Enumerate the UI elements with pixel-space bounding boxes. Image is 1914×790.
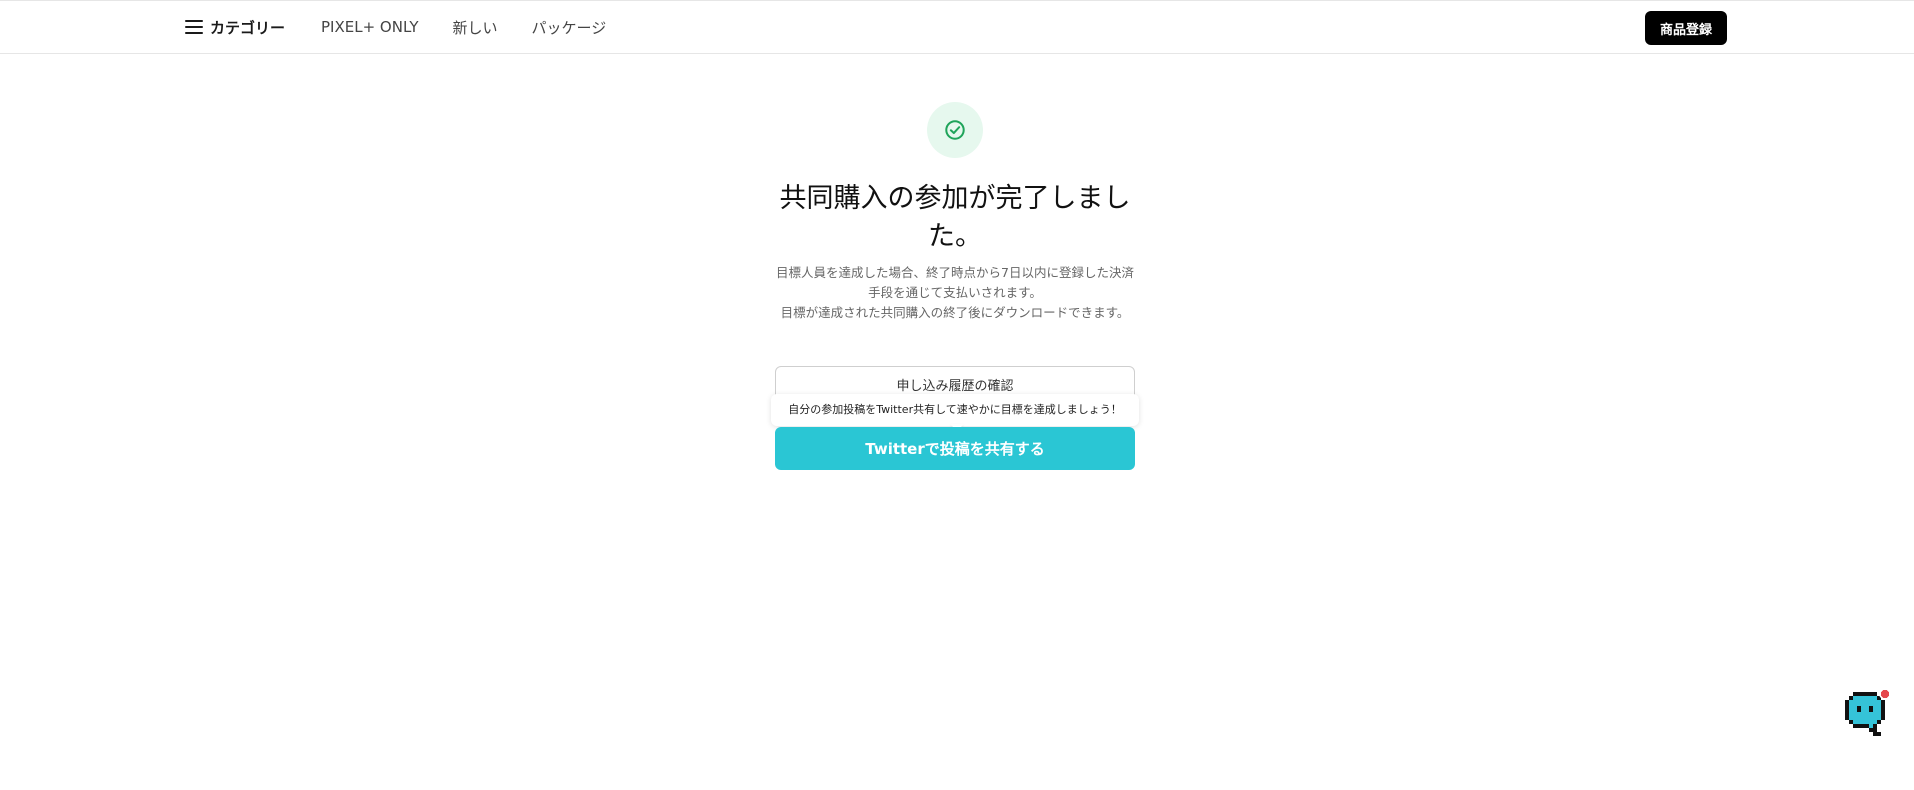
hamburger-icon: [185, 20, 203, 34]
description-payment-note: 目標人員を達成した場合、終了時点から7日以内に登録した決済手段を通じて支払いされ…: [776, 265, 1134, 300]
chat-bubble-icon: [1845, 688, 1891, 736]
chat-widget-button[interactable]: [1843, 688, 1891, 742]
success-badge: [927, 102, 983, 158]
description-download-note: 目標が達成された共同購入の終了後にダウンロードできます。: [780, 305, 1130, 320]
check-circle-icon: [945, 120, 965, 140]
category-label: カテゴリー: [210, 18, 286, 37]
register-product-button[interactable]: 商品登録: [1645, 11, 1727, 45]
page-title: 共同購入の参加が完了しました。: [779, 183, 1131, 252]
category-menu-button[interactable]: カテゴリー: [185, 17, 285, 38]
completion-content: 共同購入の参加が完了しました。 目標人員を達成した場合、終了時点から7日以内に登…: [0, 54, 1914, 790]
nav-left-group: カテゴリー PIXEL+ ONLY 新しい パッケージ: [185, 1, 640, 53]
share-tooltip: 自分の参加投稿をTwitter共有して速やかに目標を達成しましょう！: [771, 394, 1139, 426]
twitter-share-button[interactable]: Twitterで投稿を共有する: [775, 427, 1135, 470]
nav-link-pixel-plus-only[interactable]: PIXEL+ ONLY: [321, 18, 418, 36]
nav-link-package[interactable]: パッケージ: [532, 17, 607, 38]
completion-description: 目標人員を達成した場合、終了時点から7日以内に登録した決済手段を通じて支払いされ…: [775, 263, 1135, 323]
nav-link-new[interactable]: 新しい: [453, 17, 498, 38]
top-navigation: カテゴリー PIXEL+ ONLY 新しい パッケージ 商品登録: [0, 0, 1914, 54]
